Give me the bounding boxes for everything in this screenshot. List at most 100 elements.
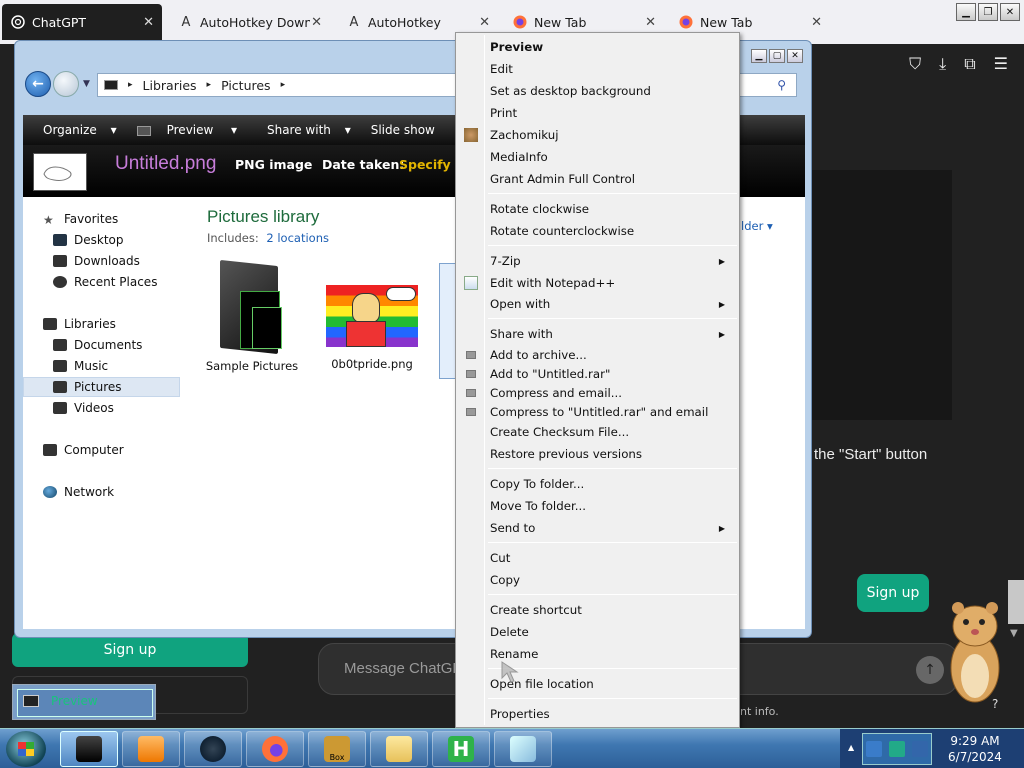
breadcrumb-separator-icon[interactable]: ▸ [281,80,286,90]
scroll-down-icon[interactable]: ▼ [1010,628,1018,639]
nav-computer[interactable]: Computer [43,440,124,460]
menu-item-open-with[interactable]: Open with ▶ [458,294,737,314]
back-button[interactable]: ← [25,71,51,97]
taskbar-media-player[interactable] [122,731,180,767]
menu-icon[interactable]: ☰ [994,54,1008,74]
nav-documents[interactable]: Documents [53,335,142,355]
menu-item-move-to-folder[interactable]: Move To folder... [458,496,737,516]
minimize-icon[interactable]: ▁ [751,49,767,63]
detail-file-type: PNG image [235,157,313,172]
menu-item-delete[interactable]: Delete [458,622,737,642]
taskbar-explorer[interactable] [60,731,118,767]
breadcrumb-pictures[interactable]: Pictures [221,78,271,93]
menu-item-zachomikuj[interactable]: Zachomikuj [458,125,737,145]
network-tray-icon[interactable] [888,741,905,757]
sidebar-signup-button[interactable]: Sign up [12,633,248,667]
taskbar-autohotkey[interactable]: H [432,731,490,767]
close-icon[interactable]: ✕ [1000,3,1020,21]
restore-icon[interactable]: ❐ [978,3,998,21]
taskbar-firefox[interactable] [246,731,304,767]
breadcrumb-separator-icon[interactable]: ▸ [128,80,133,90]
menu-item-7zip[interactable]: 7-Zip ▶ [458,251,737,271]
send-button[interactable]: ↑ [916,656,944,684]
menu-item-add-to-archive[interactable]: Add to archive... [458,345,737,365]
nav-music[interactable]: Music [53,356,108,376]
slide-show-button[interactable]: Slide show [361,123,445,137]
volume-icon[interactable] [911,741,928,757]
pocket-icon[interactable]: ⛉ [909,54,921,74]
search-icon[interactable]: ⚲ [777,78,786,92]
menu-item-create-checksum[interactable]: Create Checksum File... [458,422,737,442]
firefox-icon [512,14,528,30]
close-tab-icon[interactable]: ✕ [479,15,490,30]
menu-item-send-to[interactable]: Send to ▶ [458,518,737,538]
downloads-icon [53,255,67,267]
taskbar-steam[interactable] [184,731,242,767]
menu-item-add-to-untitled-rar[interactable]: Add to "Untitled.rar" [458,364,737,384]
minimize-icon[interactable]: ▁ [956,3,976,21]
taskbar-hamster-box[interactable]: Box [308,731,366,767]
nav-desktop[interactable]: Desktop [53,230,124,250]
nav-network[interactable]: Network [43,482,114,502]
menu-item-rotate-clockwise[interactable]: Rotate clockwise [458,199,737,219]
menu-item-copy-to-folder[interactable]: Copy To folder... [458,474,737,494]
menu-item-share-with[interactable]: Share with ▶ [458,324,737,344]
signup-button[interactable]: Sign up [857,574,929,612]
arrange-by-dropdown[interactable]: lder ▾ [741,219,773,233]
scrollbar-thumb[interactable] [1008,580,1024,624]
menu-item-mediainfo[interactable]: MediaInfo [458,147,737,167]
taskbar-folder[interactable] [370,731,428,767]
winrar-icon [466,408,476,416]
menu-item-copy[interactable]: Copy [458,570,737,590]
autohotkey-icon: A [349,14,359,30]
clock[interactable]: 9:29 AM 6/7/2024 [940,733,1010,765]
nav-pictures[interactable]: Pictures [53,377,122,397]
taskbar-thumbnail-preview[interactable]: Preview [12,684,156,720]
menu-item-preview[interactable]: Preview [458,37,737,57]
taskbar-paint[interactable] [494,731,552,767]
recent-pages-dropdown[interactable]: ▼ [83,79,90,89]
locations-link[interactable]: 2 locations [266,231,329,245]
breadcrumb-libraries[interactable]: Libraries [143,78,197,93]
extensions-icon[interactable]: ⧉ [964,54,975,74]
organize-button[interactable]: Organize ▾ [23,123,127,137]
nav-recent-places[interactable]: Recent Places [53,272,157,292]
menu-item-create-shortcut[interactable]: Create shortcut [458,600,737,620]
forward-button[interactable] [53,71,79,97]
close-tab-icon[interactable]: ✕ [143,15,154,30]
close-tab-icon[interactable]: ✕ [645,15,656,30]
nav-favorites[interactable]: ★ Favorites [43,209,118,229]
menu-item-edit[interactable]: Edit [458,59,737,79]
close-icon[interactable]: ✕ [787,49,803,63]
show-hidden-icons[interactable]: ▲ [848,743,854,752]
menu-item-rotate-counterclockwise[interactable]: Rotate counterclockwise [458,221,737,241]
browser-toolbar-icons: ⛉ ⤓ ⧉ ☰ [909,54,1008,74]
menu-item-restore-previous-versions[interactable]: Restore previous versions [458,444,737,464]
menu-item-set-desktop-background[interactable]: Set as desktop background [458,81,737,101]
menu-item-properties[interactable]: Properties [458,704,737,724]
file-sample-pictures[interactable]: Sample Pictures [197,259,307,373]
maximize-icon[interactable]: ▢ [769,49,785,63]
desktop-icon [53,234,67,246]
shield-icon[interactable] [866,741,883,757]
preview-button[interactable]: Preview ▾ [127,123,247,137]
nav-downloads[interactable]: Downloads [53,251,140,271]
star-icon: ★ [43,213,54,227]
menu-item-print[interactable]: Print [458,103,737,123]
tab-autohotkey-download[interactable]: A AutoHotkey Downlo ✕ [170,4,330,40]
nav-libraries[interactable]: Libraries [43,314,116,334]
menu-item-grant-admin[interactable]: Grant Admin Full Control [458,169,737,189]
nav-videos[interactable]: Videos [53,398,114,418]
breadcrumb-separator-icon[interactable]: ▸ [207,80,212,90]
share-with-button[interactable]: Share with ▾ [247,123,361,137]
download-icon[interactable]: ⤓ [939,54,946,74]
close-tab-icon[interactable]: ✕ [811,15,822,30]
menu-item-edit-notepadpp[interactable]: Edit with Notepad++ [458,273,737,293]
menu-item-cut[interactable]: Cut [458,548,737,568]
start-button[interactable] [6,731,46,767]
close-tab-icon[interactable]: ✕ [311,15,322,30]
menu-item-compress-to-rar-and-email[interactable]: Compress to "Untitled.rar" and email [458,402,737,422]
tab-chatgpt[interactable]: ChatGPT ✕ [2,4,162,40]
file-0b0tpride[interactable]: 0b0tpride.png [317,263,427,371]
menu-item-compress-and-email[interactable]: Compress and email... [458,383,737,403]
